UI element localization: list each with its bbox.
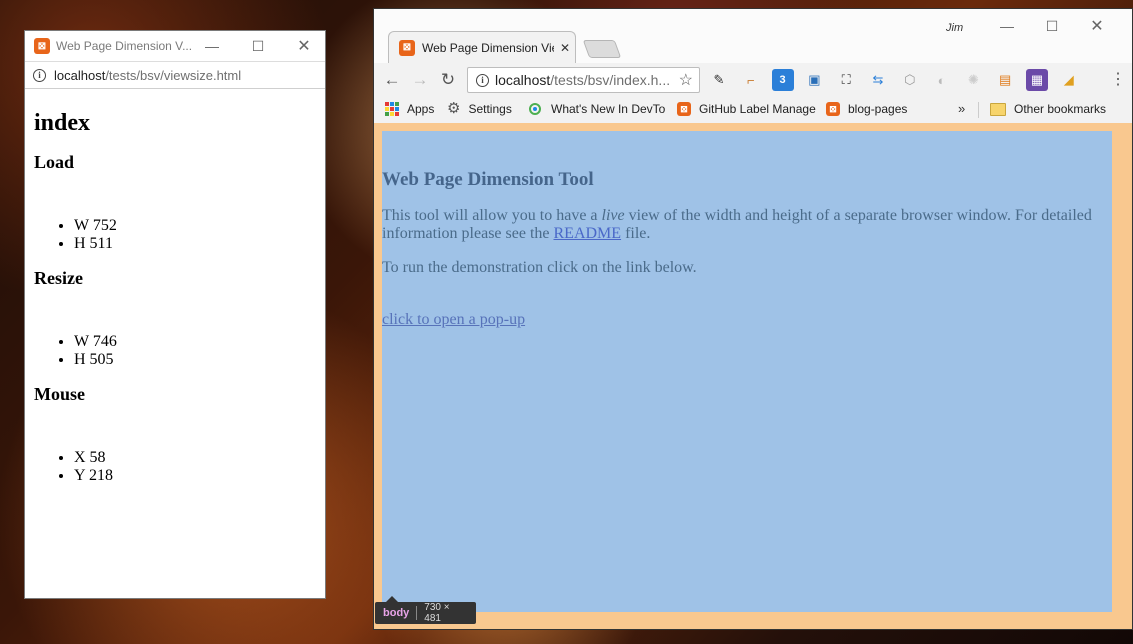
browser-window: ⊠ Web Page Dimension Vie ✕ Jim — ☐ ✕ ← →…: [373, 8, 1133, 630]
tab-close-icon[interactable]: ✕: [560, 41, 570, 55]
reload-icon[interactable]: ↻: [434, 66, 462, 94]
mouse-list: X 58 Y 218: [34, 449, 316, 485]
toolbar: ← → ↻ i localhost/tests/bsv/index.h... ☆…: [374, 63, 1132, 97]
xampp-favicon-icon: ⊠: [677, 102, 691, 116]
list-item: W 746: [74, 333, 316, 351]
section-title-mouse: Mouse: [34, 384, 85, 404]
bookmarks-overflow-icon[interactable]: »: [958, 101, 965, 116]
gear-icon: ⚙: [447, 100, 461, 117]
popup-heading: index: [34, 110, 91, 136]
section-title-resize: Resize: [34, 268, 83, 288]
apps-grid-icon: [385, 102, 399, 116]
page-body: Web Page Dimension Tool This tool will a…: [382, 131, 1112, 612]
tab-title: Web Page Dimension Vie: [422, 40, 554, 55]
maximize-icon[interactable]: ☐: [235, 31, 281, 61]
bookmarks-divider: [978, 102, 979, 118]
back-icon[interactable]: ←: [378, 66, 406, 94]
atom-extension-icon[interactable]: ✺: [962, 69, 984, 91]
info-icon[interactable]: i: [476, 73, 489, 87]
popup-address-bar[interactable]: i localhost/tests/bsv/viewsize.html: [25, 61, 325, 89]
open-popup-link[interactable]: click to open a pop-up: [382, 311, 1112, 329]
new-tab-button[interactable]: [582, 40, 622, 58]
info-icon[interactable]: i: [33, 68, 46, 82]
list-item: H 505: [74, 351, 316, 369]
close-icon[interactable]: ✕: [1074, 11, 1120, 41]
folder-icon: [990, 102, 1006, 116]
intro-paragraph: This tool will allow you to have a live …: [382, 207, 1092, 242]
fullscreen-extension-icon[interactable]: ⛶: [835, 69, 857, 91]
popup-titlebar: ⊠ Web Page Dimension V... — ☐ ✕: [25, 31, 325, 61]
page-viewport: Web Page Dimension Tool This tool will a…: [374, 123, 1132, 629]
list-item: Y 218: [74, 467, 316, 485]
grid-extension-icon[interactable]: ▦: [1025, 69, 1048, 91]
cube-extension-icon[interactable]: ⬡: [899, 69, 921, 91]
readme-link[interactable]: README: [554, 225, 622, 242]
list-item: H 511: [74, 235, 316, 253]
arrows-extension-icon[interactable]: ⇆: [867, 69, 889, 91]
popup-content: index Load W 752 H 511 Resize W 746 H 50…: [25, 109, 325, 485]
close-icon[interactable]: ✕: [281, 31, 327, 61]
bookmark-blog-pages[interactable]: ⊠ blog-pages: [826, 102, 907, 116]
inspect-tooltip: body 730 × 481: [375, 602, 476, 624]
popup-url-host: localhost: [54, 67, 106, 83]
bookmark-other[interactable]: Other bookmarks: [990, 102, 1106, 116]
section-title-load: Load: [34, 152, 75, 172]
chrome-devtools-icon: [529, 103, 541, 115]
minimize-icon[interactable]: —: [984, 11, 1030, 41]
bookmark-settings[interactable]: ⚙ Settings: [447, 100, 512, 117]
inspect-tag: body: [383, 607, 410, 619]
list-item: X 58: [74, 449, 316, 467]
bookmark-apps[interactable]: Apps: [385, 102, 434, 116]
css3-extension-icon[interactable]: 3: [771, 69, 794, 91]
popup-window: ⊠ Web Page Dimension V... — ☐ ✕ i localh…: [24, 30, 326, 599]
instruction-paragraph: To run the demonstration click on the li…: [382, 259, 697, 276]
bookmarks-bar: Apps ⚙ Settings What's New In DevTo ⊠ Gi…: [374, 97, 1132, 124]
ruler-extension-icon[interactable]: ⌐: [740, 69, 762, 91]
bookmark-devtools[interactable]: What's New In DevTo: [529, 102, 665, 116]
address-bar[interactable]: i localhost/tests/bsv/index.h... ☆: [467, 67, 700, 93]
profile-name[interactable]: Jim: [946, 22, 963, 34]
load-list: W 752 H 511: [34, 217, 316, 253]
omnibox-url: localhost/tests/bsv/index.h...: [495, 72, 671, 88]
resize-list: W 746 H 505: [34, 333, 316, 369]
popup-url-path: /tests/bsv/viewsize.html: [105, 67, 242, 83]
disabled-extension-icon[interactable]: ◐: [931, 69, 953, 91]
list-item: W 752: [74, 217, 316, 235]
xampp-favicon-icon: ⊠: [399, 39, 415, 56]
popup-title: Web Page Dimension V...: [56, 39, 193, 53]
minimize-icon[interactable]: —: [189, 31, 235, 61]
tab-strip: ⊠ Web Page Dimension Vie ✕ Jim — ☐ ✕: [374, 9, 1132, 63]
extensions-row: ✎ ⌐ 3 ▣ ⛶ ⇆ ⬡ ◐ ✺ ▤ ▦ ◢: [708, 69, 1090, 91]
bookmark-github-label-manager[interactable]: ⊠ GitHub Label Manage: [677, 102, 816, 116]
forward-icon[interactable]: →: [406, 66, 434, 94]
color-picker-extension-icon[interactable]: ✎: [708, 69, 730, 91]
storage-extension-icon[interactable]: ▤: [994, 69, 1016, 91]
chart-extension-icon[interactable]: ◢: [1058, 69, 1080, 91]
maximize-icon[interactable]: ☐: [1029, 11, 1075, 41]
xampp-favicon-icon: ⊠: [34, 38, 50, 54]
menu-icon[interactable]: ⋮: [1110, 69, 1126, 89]
bookmark-star-icon[interactable]: ☆: [679, 70, 693, 90]
page-title: Web Page Dimension Tool: [382, 169, 594, 190]
screen-extension-icon[interactable]: ▣: [803, 69, 825, 91]
xampp-favicon-icon: ⊠: [826, 102, 840, 116]
inspect-dimensions: 730 × 481: [424, 602, 450, 624]
tab-active[interactable]: ⊠ Web Page Dimension Vie ✕: [388, 31, 576, 63]
